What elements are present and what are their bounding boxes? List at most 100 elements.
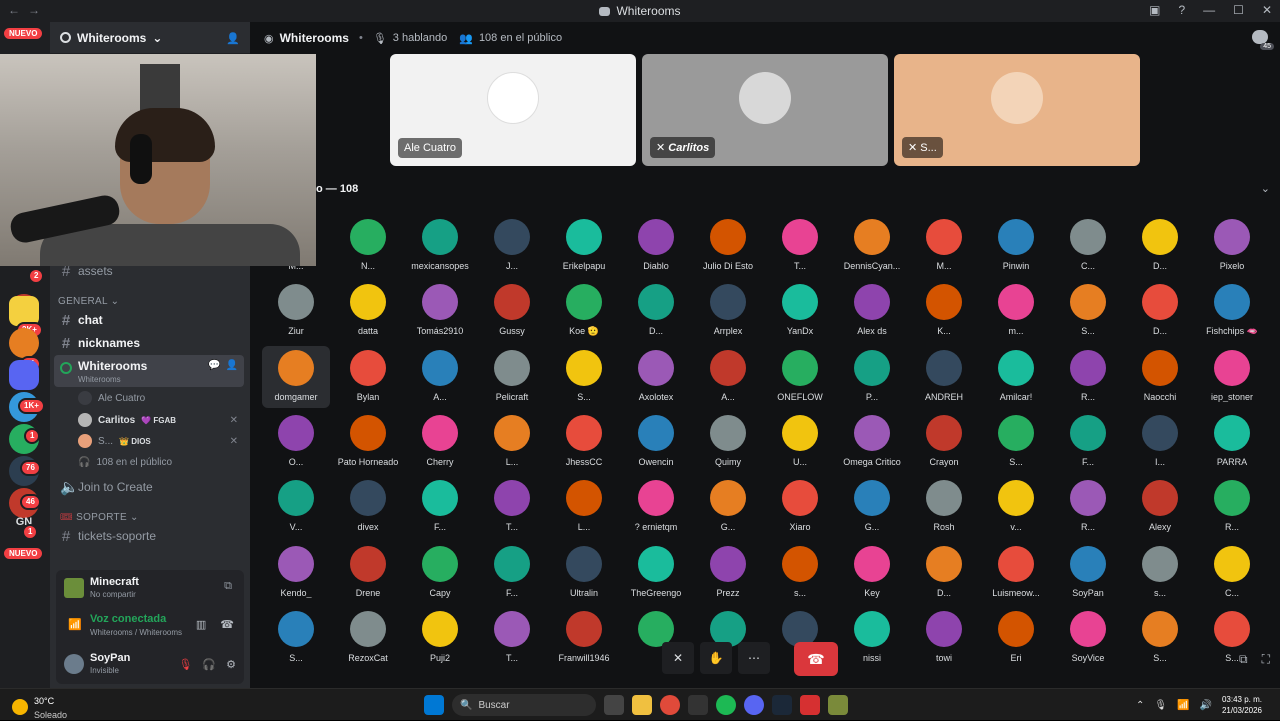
audience-member[interactable]: D... xyxy=(1126,280,1194,342)
minecraft-icon[interactable] xyxy=(828,695,848,715)
task-view-icon[interactable] xyxy=(604,695,624,715)
mic-muted-icon[interactable]: 🎙 xyxy=(178,658,192,671)
audience-member[interactable]: L... xyxy=(550,476,618,538)
category-general[interactable]: GENERAL ⌄ xyxy=(58,296,119,307)
audience-member[interactable]: Gussy xyxy=(478,280,546,342)
audience-member[interactable]: O... xyxy=(262,411,330,473)
channel-chat[interactable]: # chat xyxy=(54,309,244,331)
clock[interactable]: 03:43 p. m. 21/03/2026 xyxy=(1222,694,1262,716)
audience-member[interactable]: Naocchi xyxy=(1126,346,1194,408)
chrome-icon[interactable] xyxy=(660,695,680,715)
audience-member[interactable]: Arrplex xyxy=(694,280,762,342)
audience-member[interactable]: P... xyxy=(838,346,906,408)
screen-share-icon[interactable]: ⧉ xyxy=(224,580,232,593)
audience-member[interactable]: Axolotex xyxy=(622,346,690,408)
channel-tickets-soporte[interactable]: # tickets-soporte xyxy=(54,525,244,547)
audience-member[interactable]: v... xyxy=(982,476,1050,538)
audience-member[interactable]: T... xyxy=(766,215,834,277)
audience-member[interactable]: F... xyxy=(478,542,546,604)
audience-member[interactable]: D... xyxy=(622,280,690,342)
audience-member[interactable]: Quimy xyxy=(694,411,762,473)
server-icon-active[interactable] xyxy=(9,360,39,390)
mic-off-icon[interactable]: ✕ xyxy=(662,642,694,674)
audience-member[interactable]: Omega Critico xyxy=(838,411,906,473)
audience-member[interactable]: S... xyxy=(982,411,1050,473)
audience-member[interactable]: D... xyxy=(1126,215,1194,277)
audience-member[interactable]: s... xyxy=(766,542,834,604)
popout-icon[interactable]: ⧉ xyxy=(1239,652,1248,667)
audience-member[interactable]: Pato Horneado xyxy=(334,411,402,473)
audience-member[interactable]: C... xyxy=(1054,215,1122,277)
leave-call-button[interactable]: ☎ xyxy=(794,642,838,676)
audience-member[interactable]: Puji2 xyxy=(406,607,474,669)
wifi-icon[interactable]: 📶 xyxy=(1177,700,1189,711)
close-button[interactable]: ✕ xyxy=(1262,3,1272,17)
audience-member[interactable]: PARRA xyxy=(1198,411,1266,473)
audience-member[interactable]: Luismeow... xyxy=(982,542,1050,604)
start-icon[interactable] xyxy=(424,695,444,715)
fullscreen-icon[interactable]: ⛶ xyxy=(1262,652,1270,667)
search-box[interactable]: 🔍 Buscar xyxy=(452,694,596,716)
audience-member[interactable]: Ultralin xyxy=(550,542,618,604)
audience-member[interactable]: JhessCC xyxy=(550,411,618,473)
audience-member[interactable]: T... xyxy=(478,607,546,669)
audience-member[interactable]: Kendo_ xyxy=(262,542,330,604)
audience-member[interactable]: R... xyxy=(1054,346,1122,408)
help-icon[interactable]: ? xyxy=(1178,3,1185,17)
stage-channel-whiterooms[interactable]: Whiterooms Whiterooms 💬 👤 xyxy=(54,355,244,387)
audience-member[interactable]: ANDREH xyxy=(910,346,978,408)
stage-user[interactable]: Carlitos 💜 FGAB ✕ xyxy=(78,410,244,430)
inbox-icon[interactable]: ▣ xyxy=(1149,3,1160,17)
audience-member[interactable]: M... xyxy=(910,215,978,277)
audience-member[interactable]: F... xyxy=(1054,411,1122,473)
xbox-icon[interactable] xyxy=(688,695,708,715)
audience-member[interactable]: U... xyxy=(766,411,834,473)
chat-bubble-icon[interactable]: 💬 xyxy=(208,360,220,371)
audience-member[interactable]: Alexy xyxy=(1126,476,1194,538)
audience-member[interactable]: S... xyxy=(1054,280,1122,342)
spotify-icon[interactable] xyxy=(716,695,736,715)
audience-member[interactable]: T... xyxy=(478,476,546,538)
channel-join-to-create[interactable]: 🔈 Join to Create xyxy=(54,476,244,498)
audience-member[interactable]: Diablo xyxy=(622,215,690,277)
audience-member[interactable]: Xiaro xyxy=(766,476,834,538)
audience-member[interactable]: Franwill1946 xyxy=(550,607,618,669)
voice-connected-label[interactable]: Voz conectada xyxy=(90,613,166,625)
file-explorer-icon[interactable] xyxy=(632,695,652,715)
audience-member[interactable]: R... xyxy=(1198,476,1266,538)
audience-member[interactable]: Key xyxy=(838,542,906,604)
audience-member[interactable]: C... xyxy=(1198,542,1266,604)
server-icon[interactable] xyxy=(9,328,39,358)
weather-widget[interactable]: 30°C Soleado xyxy=(12,693,67,721)
audience-member[interactable]: domgamer xyxy=(262,345,330,408)
audience-member[interactable]: towi xyxy=(910,607,978,669)
audience-member[interactable]: N... xyxy=(334,215,402,277)
audience-member[interactable]: S... xyxy=(262,607,330,669)
steam-icon[interactable] xyxy=(772,695,792,715)
audience-member[interactable]: Tomás2910 xyxy=(406,280,474,342)
audience-member[interactable]: Bylan xyxy=(334,346,402,408)
audience-member[interactable]: Fishchips 🫦 xyxy=(1198,280,1266,342)
audience-member[interactable]: DennisCyan... xyxy=(838,215,906,277)
disconnect-icon[interactable]: ☎ xyxy=(220,618,234,631)
audience-member[interactable]: nissi xyxy=(838,607,906,669)
audience-member[interactable]: Capy xyxy=(406,542,474,604)
audience-member[interactable]: I... xyxy=(1126,411,1194,473)
audience-member[interactable]: Prezz xyxy=(694,542,762,604)
stage-audience-count[interactable]: 🎧 108 en el público xyxy=(78,452,244,472)
headphones-icon[interactable]: 🎧 xyxy=(202,658,216,671)
audience-member[interactable]: K... xyxy=(910,280,978,342)
audience-member[interactable]: Drene xyxy=(334,542,402,604)
invite-icon[interactable]: 👤 xyxy=(226,32,240,45)
audience-member[interactable]: m... xyxy=(982,280,1050,342)
audience-member[interactable]: s... xyxy=(1126,542,1194,604)
audience-member[interactable]: R... xyxy=(1054,476,1122,538)
audience-member[interactable]: Alex ds xyxy=(838,280,906,342)
audience-member[interactable]: TheGreengo xyxy=(622,542,690,604)
audience-member[interactable]: Cherry xyxy=(406,411,474,473)
audience-member[interactable]: Pinwin xyxy=(982,215,1050,277)
audience-member[interactable]: S... xyxy=(1126,607,1194,669)
stage-user[interactable]: S... 👑 DIOS ✕ xyxy=(78,431,244,451)
discord-icon[interactable] xyxy=(744,695,764,715)
invite-icon[interactable]: 👤 xyxy=(226,360,238,371)
